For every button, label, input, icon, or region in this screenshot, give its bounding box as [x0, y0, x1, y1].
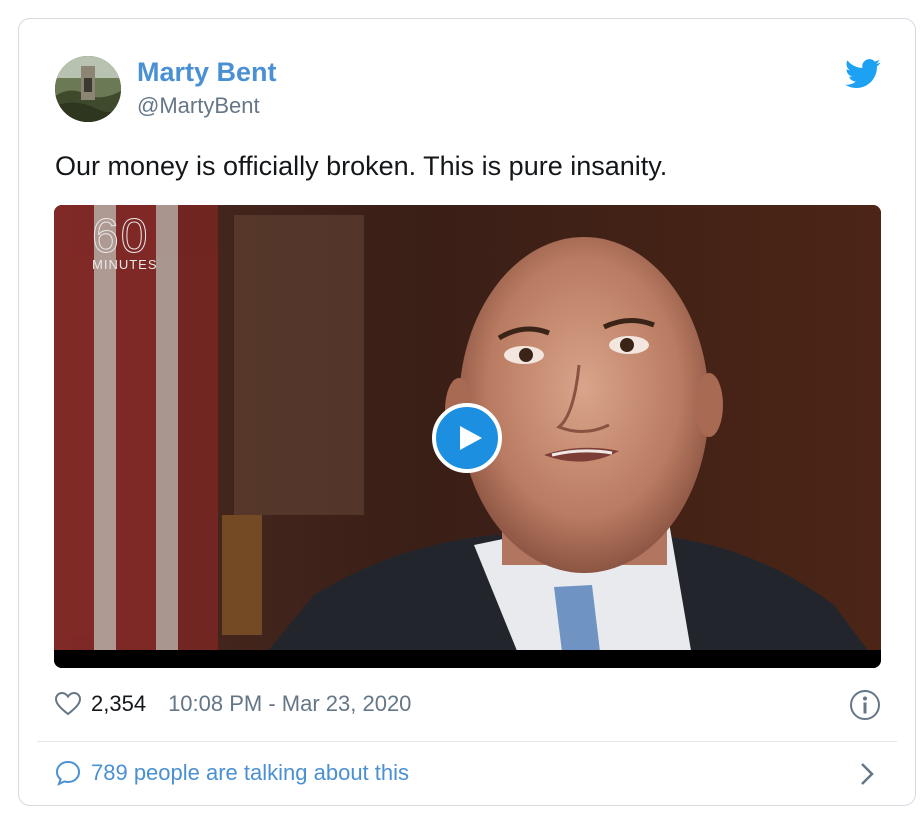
play-icon — [460, 426, 482, 450]
play-button[interactable] — [432, 403, 502, 473]
like-button[interactable]: 2,354 — [55, 691, 146, 717]
info-icon[interactable] — [849, 689, 881, 721]
speech-bubble-icon — [55, 760, 81, 786]
twitter-bird-icon[interactable] — [845, 59, 881, 89]
sixty-minutes-logo: 60 MINUTES — [92, 210, 158, 272]
author-handle[interactable]: @MartyBent — [137, 93, 260, 119]
logo-number: 60 — [92, 210, 150, 263]
video-progress-bar[interactable] — [54, 650, 881, 668]
tweet-card: Marty Bent @MartyBent Our money is offic… — [18, 18, 916, 806]
timestamp[interactable]: 10:08 PM - Mar 23, 2020 — [168, 691, 411, 717]
author-name[interactable]: Marty Bent — [137, 57, 277, 88]
tweet-text: Our money is officially broken. This is … — [55, 151, 668, 181]
video-player[interactable]: 60 MINUTES — [54, 205, 881, 668]
tweet-meta: 2,354 10:08 PM - Mar 23, 2020 — [55, 689, 411, 719]
chevron-right-icon[interactable] — [857, 761, 877, 787]
divider — [37, 741, 897, 742]
conversation-text: 789 people are talking about this — [91, 760, 410, 785]
conversation-link[interactable]: 789 people are talking about this — [55, 760, 409, 786]
logo-text: MINUTES — [92, 257, 158, 272]
avatar[interactable] — [55, 56, 121, 122]
like-count: 2,354 — [91, 691, 147, 716]
heart-icon — [55, 692, 81, 716]
